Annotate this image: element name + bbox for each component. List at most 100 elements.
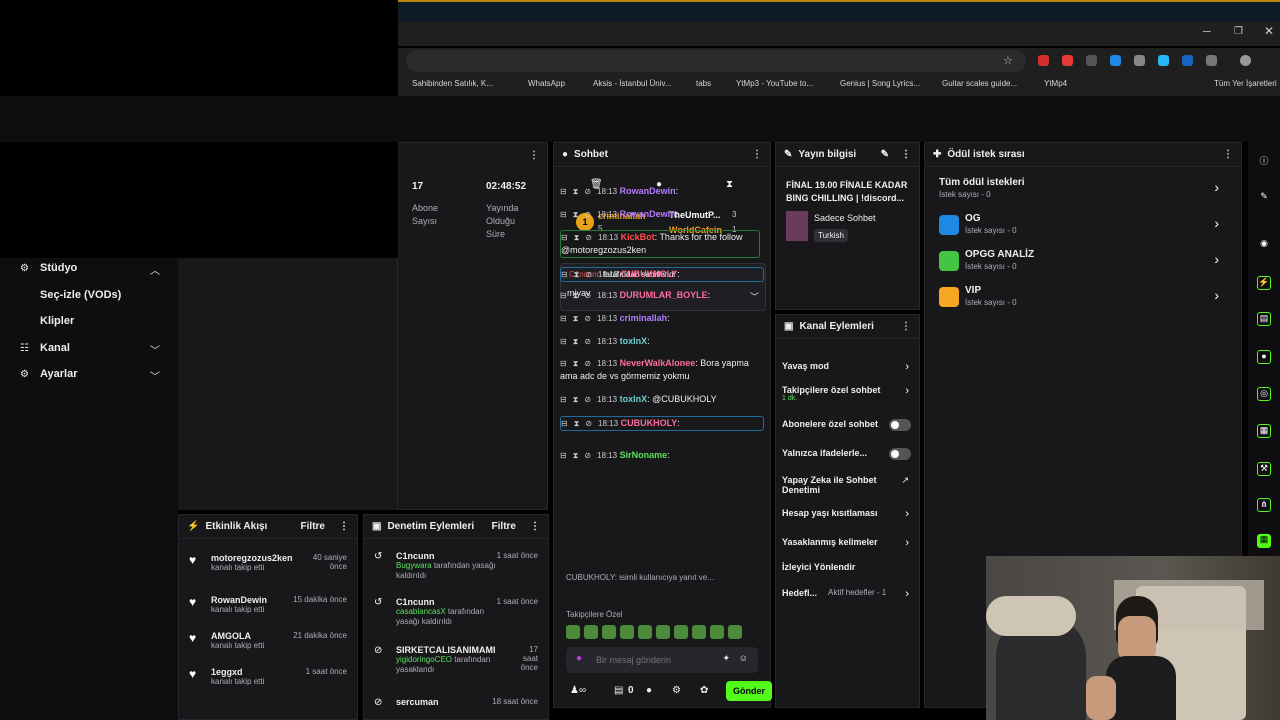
chevron-down-icon[interactable]: ﹀: [150, 368, 160, 383]
filter-button[interactable]: Filtre: [301, 521, 325, 532]
chat-message[interactable]: ⊟ ⧗ ⊘ 18:13 RowanDewin:: [560, 208, 764, 221]
chat-username[interactable]: toxlnX: [620, 336, 648, 346]
profile-avatar[interactable]: [1240, 55, 1251, 66]
bookmark-item[interactable]: Aksis - İstanbul Üniv...: [593, 79, 672, 88]
stream-tag[interactable]: Turkish: [814, 229, 848, 242]
more-icon[interactable]: ⋮: [901, 321, 911, 332]
chat-message[interactable]: ⊟ ⧗ ⊘ 18:13 DURUMLAR_BOYLE:: [560, 289, 764, 302]
bookmark-item[interactable]: WhatsApp: [528, 79, 565, 88]
chevron-right-icon[interactable]: ›: [1214, 179, 1219, 195]
timeout-icon[interactable]: ⧗: [574, 233, 580, 242]
sparkle-icon[interactable]: ✦: [722, 653, 730, 664]
chat-username[interactable]: RowanDewin: [620, 186, 676, 196]
timeout-icon[interactable]: ⧗: [573, 337, 579, 346]
chat-username[interactable]: NeverWalkAlonee: [620, 358, 696, 368]
chevron-right-icon[interactable]: ›: [905, 588, 909, 600]
bookmark-item[interactable]: Tüm Yer İşaretleri: [1214, 79, 1277, 88]
delete-icon[interactable]: ⊟: [561, 419, 568, 428]
layout-icon[interactable]: ▦: [1257, 424, 1271, 438]
gear-icon[interactable]: ⚙: [672, 685, 681, 696]
camera-icon[interactable]: ◉: [1257, 238, 1271, 252]
reward-item[interactable]: Tüm ödül istekleri İstek sayısı - 0 ›: [939, 177, 1229, 201]
url-input[interactable]: [406, 50, 1026, 72]
more-icon[interactable]: ⋮: [1223, 149, 1233, 160]
chat-username[interactable]: KickBot: [621, 232, 655, 242]
chevron-right-icon[interactable]: ›: [1214, 287, 1219, 303]
timeout-icon[interactable]: ⧗: [573, 314, 579, 323]
timeout-icon[interactable]: ⧗: [574, 419, 580, 428]
timeout-icon[interactable]: ⧗: [573, 451, 579, 460]
chat-message[interactable]: ⊟ ⧗ ⊘ 18:13 toxlnX: @CUBUKHOLY: [560, 393, 764, 406]
delete-icon[interactable]: ⊟: [560, 395, 567, 404]
toggle-switch[interactable]: [889, 448, 911, 460]
chat-username[interactable]: criminallah: [620, 313, 668, 323]
delete-icon[interactable]: ⊟: [560, 291, 567, 300]
bolt-icon[interactable]: ⚡: [1257, 276, 1271, 290]
chat-icon[interactable]: ●: [1257, 350, 1271, 364]
channel-action-item[interactable]: Yasaklanmış kelimeler ›: [782, 537, 919, 557]
bookmark-item[interactable]: YtMp4: [1044, 79, 1067, 88]
timeout-icon[interactable]: ⧗: [573, 291, 579, 300]
chat-message[interactable]: ⊟ ⧗ ⊘ 18:13 NeverWalkAlonee: Bora yapma ama…: [560, 357, 760, 383]
chat-message[interactable]: ⊟ ⧗ ⊘ 18:13 RowanDewin:: [560, 185, 764, 198]
timeout-icon[interactable]: ⧗: [573, 210, 579, 219]
timeout-icon[interactable]: ⧗: [573, 395, 579, 404]
chat-username[interactable]: CUBUKHOLY: [621, 418, 678, 428]
ban-icon[interactable]: ⊘: [584, 187, 591, 196]
channel-action-item[interactable]: Hedefl... Aktif hedefler - 1 ›: [782, 588, 919, 608]
bookmark-item[interactable]: YtMp3 - YouTube to...: [736, 79, 813, 88]
bookmark-item[interactable]: Guitar scales guide...: [942, 79, 1017, 88]
channel-action-item[interactable]: Yavaş mod ›: [782, 361, 919, 381]
store-icon[interactable]: ▤: [614, 685, 623, 696]
timeout-icon[interactable]: ⧗: [573, 187, 579, 196]
extension2-icon[interactable]: [1158, 55, 1169, 66]
sidebar-item-channel[interactable]: Kanal: [40, 342, 70, 354]
shield-icon[interactable]: [1134, 55, 1145, 66]
toggle-switch[interactable]: [889, 419, 911, 431]
chat-message[interactable]: ⊟ ⧗ ⊘ 18:13 KickBot: Thanks for the follow …: [560, 230, 760, 258]
delete-icon[interactable]: ⊟: [560, 337, 567, 346]
ban-icon[interactable]: ⊘: [584, 395, 591, 404]
target-user[interactable]: casablancasX: [396, 607, 446, 616]
puzzle-icon[interactable]: [1206, 55, 1217, 66]
ban-icon[interactable]: ⊘: [584, 210, 591, 219]
chevron-down-icon[interactable]: ﹀: [150, 342, 160, 357]
ban-icon[interactable]: ⊘: [585, 419, 592, 428]
chat-message[interactable]: ⊟ ⧗ ⊘ 18:13 CUBUKHOLY:: [560, 416, 764, 431]
delete-icon[interactable]: ⊟: [560, 187, 567, 196]
chat-input-box[interactable]: ● ✦ ☺: [566, 647, 758, 673]
channel-action-item[interactable]: İzleyici Yönlendir: [782, 562, 919, 582]
edit-icon[interactable]: ✎: [1257, 191, 1271, 205]
more-icon[interactable]: ⋮: [530, 521, 540, 532]
info-icon[interactable]: ⓘ: [1257, 154, 1271, 168]
chat-username[interactable]: DURUMLAR_BOYLE: [620, 290, 708, 300]
more-icon[interactable]: ⋮: [529, 150, 539, 161]
extension3-icon[interactable]: [1182, 55, 1193, 66]
channel-action-item[interactable]: Yapay Zeka ile Sohbet Denetimi ↗: [782, 475, 919, 495]
channel-action-item[interactable]: Takipçilere özel sohbet 1 dk. ›: [782, 385, 919, 405]
chat-username[interactable]: RowanDewin: [620, 209, 676, 219]
mic-icon[interactable]: ●: [576, 653, 582, 664]
clapper-icon[interactable]: ▦: [1257, 534, 1271, 548]
broadcast-icon[interactable]: ◎: [1257, 387, 1271, 401]
external-link-icon[interactable]: ↗: [901, 475, 909, 486]
adblock-icon[interactable]: [1038, 55, 1049, 66]
send-button[interactable]: Gönder: [726, 681, 772, 701]
filter-button[interactable]: Filtre: [492, 521, 516, 532]
document-icon[interactable]: ▤: [1257, 312, 1271, 326]
chevron-right-icon[interactable]: ›: [1214, 251, 1219, 267]
extension-icon[interactable]: [1062, 55, 1073, 66]
users-icon[interactable]: ♟∞: [570, 685, 586, 696]
reward-item[interactable]: OG İstek sayısı - 0 ›: [939, 213, 1229, 237]
minimize-icon[interactable]: ─: [1203, 26, 1211, 38]
chevron-right-icon[interactable]: ›: [1214, 215, 1219, 231]
chat-username[interactable]: toxlnX: [620, 394, 648, 404]
delete-icon[interactable]: ⊟: [560, 359, 567, 368]
stream-category[interactable]: Sadece Sohbet: [814, 213, 876, 223]
close-icon[interactable]: ✕: [1264, 24, 1274, 38]
more-icon[interactable]: ⋮: [752, 149, 762, 160]
sidebar-item-vods[interactable]: Seç-izle (VODs): [40, 289, 121, 301]
chat-message[interactable]: ⊟ ⧗ ⊘ 18:13 criminallah:: [560, 312, 764, 325]
category-thumbnail[interactable]: [786, 211, 808, 241]
reward-item[interactable]: VIP İstek sayısı - 0 ›: [939, 285, 1229, 309]
